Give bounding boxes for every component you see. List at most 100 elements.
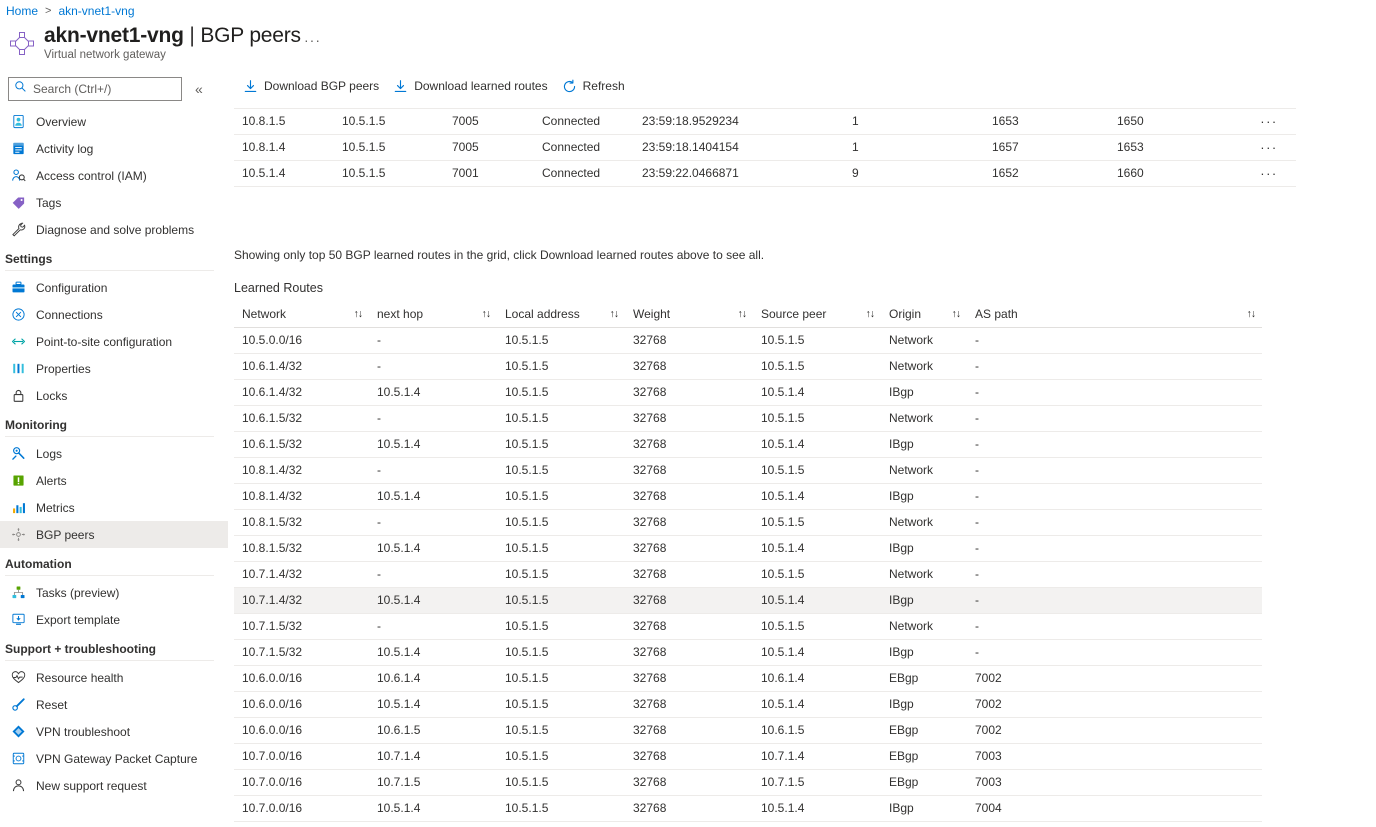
learned-routes-column-header-weight[interactable]: Weight ↑↓	[625, 302, 753, 327]
table-row[interactable]: 10.7.1.5/3210.5.1.410.5.1.53276810.5.1.4…	[234, 639, 1262, 665]
bgp-peer-row-menu-button[interactable]: ···	[1234, 160, 1296, 186]
breadcrumb-current[interactable]: akn-vnet1-vng	[58, 4, 134, 18]
bgp-peer-cell-status: Connected	[534, 134, 634, 160]
sort-icon[interactable]: ↑↓	[866, 308, 875, 320]
sidebar-item-properties[interactable]: Properties	[0, 355, 228, 382]
learned-routes-table-wrapper[interactable]: Network↑↓next hop↑↓Local address↑↓Weight…	[234, 302, 1262, 822]
learned-route-cell-next-hop: 10.6.1.4	[369, 665, 497, 691]
bgp-peer-row-menu-button[interactable]: ···	[1234, 186, 1296, 190]
table-row[interactable]: 10.8.1.4/3210.5.1.410.5.1.53276810.5.1.4…	[234, 483, 1262, 509]
sidebar-item-label: VPN Gateway Packet Capture	[36, 752, 197, 766]
sort-icon[interactable]: ↑↓	[354, 308, 363, 320]
bgp-peer-cell-asn: 7005	[444, 108, 534, 134]
toolbar-button-download-bgp-peers[interactable]: Download BGP peers	[236, 73, 386, 99]
table-row[interactable]: 10.5.0.0/16-10.5.1.53276810.5.1.5Network…	[234, 327, 1262, 353]
table-row[interactable]: 10.7.1.4/32-10.5.1.53276810.5.1.5Network…	[234, 561, 1262, 587]
sidebar-item-tasks-preview[interactable]: Tasks (preview)	[0, 579, 228, 606]
table-row[interactable]: 10.8.1.410.5.1.57005Connected23:59:18.14…	[234, 134, 1296, 160]
table-row[interactable]: 10.5.1.510.5.1.57001Unknown-000···	[234, 186, 1296, 190]
sort-icon[interactable]: ↑↓	[738, 308, 747, 320]
bgp-peer-row-menu-button[interactable]: ···	[1234, 134, 1296, 160]
learned-route-cell-origin: EBgp	[881, 769, 967, 795]
learned-route-cell-next-hop: 10.5.1.4	[369, 431, 497, 457]
learned-routes-column-header-network[interactable]: Network↑↓	[234, 302, 369, 327]
table-row[interactable]: 10.8.1.410.5.1.57002Connected23:59:18.03…	[234, 100, 1296, 108]
search-input[interactable]	[31, 81, 171, 97]
bgp-peer-cell-local-address: 10.5.1.5	[334, 160, 444, 186]
sidebar-item-logs[interactable]: Logs	[0, 440, 228, 467]
sidebar-collapse-button[interactable]: «	[191, 80, 207, 98]
command-toolbar: Download BGP peers Download learned route…	[228, 72, 632, 100]
sidebar-item-bgp-peers[interactable]: BGP peers	[0, 521, 228, 548]
sidebar-item-locks[interactable]: Locks	[0, 382, 228, 409]
sidebar-item-point-to-site-configuration[interactable]: Point-to-site configuration	[0, 328, 228, 355]
sort-icon[interactable]: ↑↓	[482, 308, 491, 320]
bgp-peer-row-menu-button[interactable]	[1234, 100, 1296, 108]
learned-route-cell-origin: IBgp	[881, 379, 967, 405]
learned-routes-column-header-local-address[interactable]: Local address↑↓	[497, 302, 625, 327]
sort-icon[interactable]: ↑↓	[610, 308, 619, 320]
learned-routes-column-header-origin[interactable]: Origin ↑↓	[881, 302, 967, 327]
toolbar-button-download-learned-routes[interactable]: Download learned routes	[386, 73, 554, 99]
breadcrumb-home[interactable]: Home	[6, 4, 38, 18]
table-row[interactable]: 10.7.1.5/32-10.5.1.53276810.5.1.5Network…	[234, 613, 1262, 639]
learned-routes-column-header-next-hop[interactable]: next hop↑↓	[369, 302, 497, 327]
sidebar-item-tags[interactable]: Tags	[0, 189, 228, 216]
sidebar-nav: OverviewActivity logAccess control (IAM)…	[0, 108, 228, 799]
table-row[interactable]: 10.6.1.5/3210.5.1.410.5.1.53276810.5.1.4…	[234, 431, 1262, 457]
toolbar-button-refresh[interactable]: Refresh	[555, 73, 632, 99]
learned-route-cell-next-hop: 10.5.1.4	[369, 795, 497, 821]
sort-icon[interactable]: ↑↓	[1247, 308, 1256, 320]
column-header-label: Weight	[633, 307, 670, 321]
bgp-peer-row-menu-button[interactable]: ···	[1234, 108, 1296, 134]
learned-route-cell-network: 10.5.0.0/16	[234, 327, 369, 353]
refresh-icon	[562, 79, 577, 94]
table-row[interactable]: 10.8.1.4/32-10.5.1.53276810.5.1.5Network…	[234, 457, 1262, 483]
table-row[interactable]: 10.7.1.4/3210.5.1.410.5.1.53276810.5.1.4…	[234, 587, 1262, 613]
table-row[interactable]: 10.7.0.0/1610.5.1.410.5.1.53276810.5.1.4…	[234, 795, 1262, 821]
table-row[interactable]: 10.8.1.5/32-10.5.1.53276810.5.1.5Network…	[234, 509, 1262, 535]
learned-routes-column-header-as-path[interactable]: AS path↑↓	[967, 302, 1262, 327]
header-more-menu-button[interactable]: ···	[298, 30, 327, 50]
table-row[interactable]: 10.8.1.5/3210.5.1.410.5.1.53276810.5.1.4…	[234, 535, 1262, 561]
table-row[interactable]: 10.6.1.5/32-10.5.1.53276810.5.1.5Network…	[234, 405, 1262, 431]
sidebar-item-access-control-iam[interactable]: Access control (IAM)	[0, 162, 228, 189]
table-row[interactable]: 10.7.0.0/1610.7.1.410.5.1.53276810.7.1.4…	[234, 743, 1262, 769]
column-header-label: Origin	[889, 307, 921, 321]
sidebar-item-resource-health[interactable]: Resource health	[0, 664, 228, 691]
sidebar-item-label: Export template	[36, 613, 120, 627]
sidebar-item-metrics[interactable]: Metrics	[0, 494, 228, 521]
sort-icon[interactable]: ↑↓	[952, 308, 961, 320]
learned-routes-column-header-source-peer[interactable]: Source peer↑↓	[753, 302, 881, 327]
table-row[interactable]: 10.6.0.0/1610.6.1.410.5.1.53276810.6.1.4…	[234, 665, 1262, 691]
table-row[interactable]: 10.6.1.4/3210.5.1.410.5.1.53276810.5.1.4…	[234, 379, 1262, 405]
table-row[interactable]: 10.6.0.0/1610.6.1.510.5.1.53276810.6.1.5…	[234, 717, 1262, 743]
sidebar-item-activity-log[interactable]: Activity log	[0, 135, 228, 162]
learned-route-cell-as-path: -	[967, 639, 1262, 665]
table-row[interactable]: 10.5.1.410.5.1.57001Connected23:59:22.04…	[234, 160, 1296, 186]
search-box[interactable]	[8, 77, 182, 101]
bgp-peer-cell-status: Connected	[534, 108, 634, 134]
bgp-peer-cell-uptime: 23:59:18.1404154	[634, 134, 844, 160]
learned-route-cell-weight: 32768	[625, 613, 753, 639]
overview-icon	[9, 113, 27, 131]
table-row[interactable]: 10.8.1.510.5.1.57005Connected23:59:18.95…	[234, 108, 1296, 134]
sidebar-item-reset[interactable]: Reset	[0, 691, 228, 718]
learned-route-cell-as-path: 7004	[967, 795, 1262, 821]
table-row[interactable]: 10.6.0.0/1610.5.1.410.5.1.53276810.5.1.4…	[234, 691, 1262, 717]
sidebar-item-vpn-troubleshoot[interactable]: VPN troubleshoot	[0, 718, 228, 745]
sidebar-item-vpn-gateway-packet-capture[interactable]: VPN Gateway Packet Capture	[0, 745, 228, 772]
table-row[interactable]: 10.7.0.0/1610.7.1.510.5.1.53276810.7.1.5…	[234, 769, 1262, 795]
sidebar-item-connections[interactable]: Connections	[0, 301, 228, 328]
sidebar-item-alerts[interactable]: Alerts	[0, 467, 228, 494]
table-row[interactable]: 10.6.1.4/32-10.5.1.53276810.5.1.5Network…	[234, 353, 1262, 379]
learned-route-cell-weight: 32768	[625, 431, 753, 457]
sidebar-item-diagnose-and-solve-problems[interactable]: Diagnose and solve problems	[0, 216, 228, 243]
sidebar-item-configuration[interactable]: Configuration	[0, 274, 228, 301]
sidebar-item-export-template[interactable]: Export template	[0, 606, 228, 633]
sidebar-item-overview[interactable]: Overview	[0, 108, 228, 135]
learned-route-cell-weight: 32768	[625, 665, 753, 691]
bgp-peers-table-wrapper[interactable]: 10.8.1.410.5.1.57002Connected23:59:18.03…	[234, 100, 1296, 190]
sidebar-item-new-support-request[interactable]: New support request	[0, 772, 228, 799]
toolbar-button-label: Download BGP peers	[264, 79, 379, 93]
